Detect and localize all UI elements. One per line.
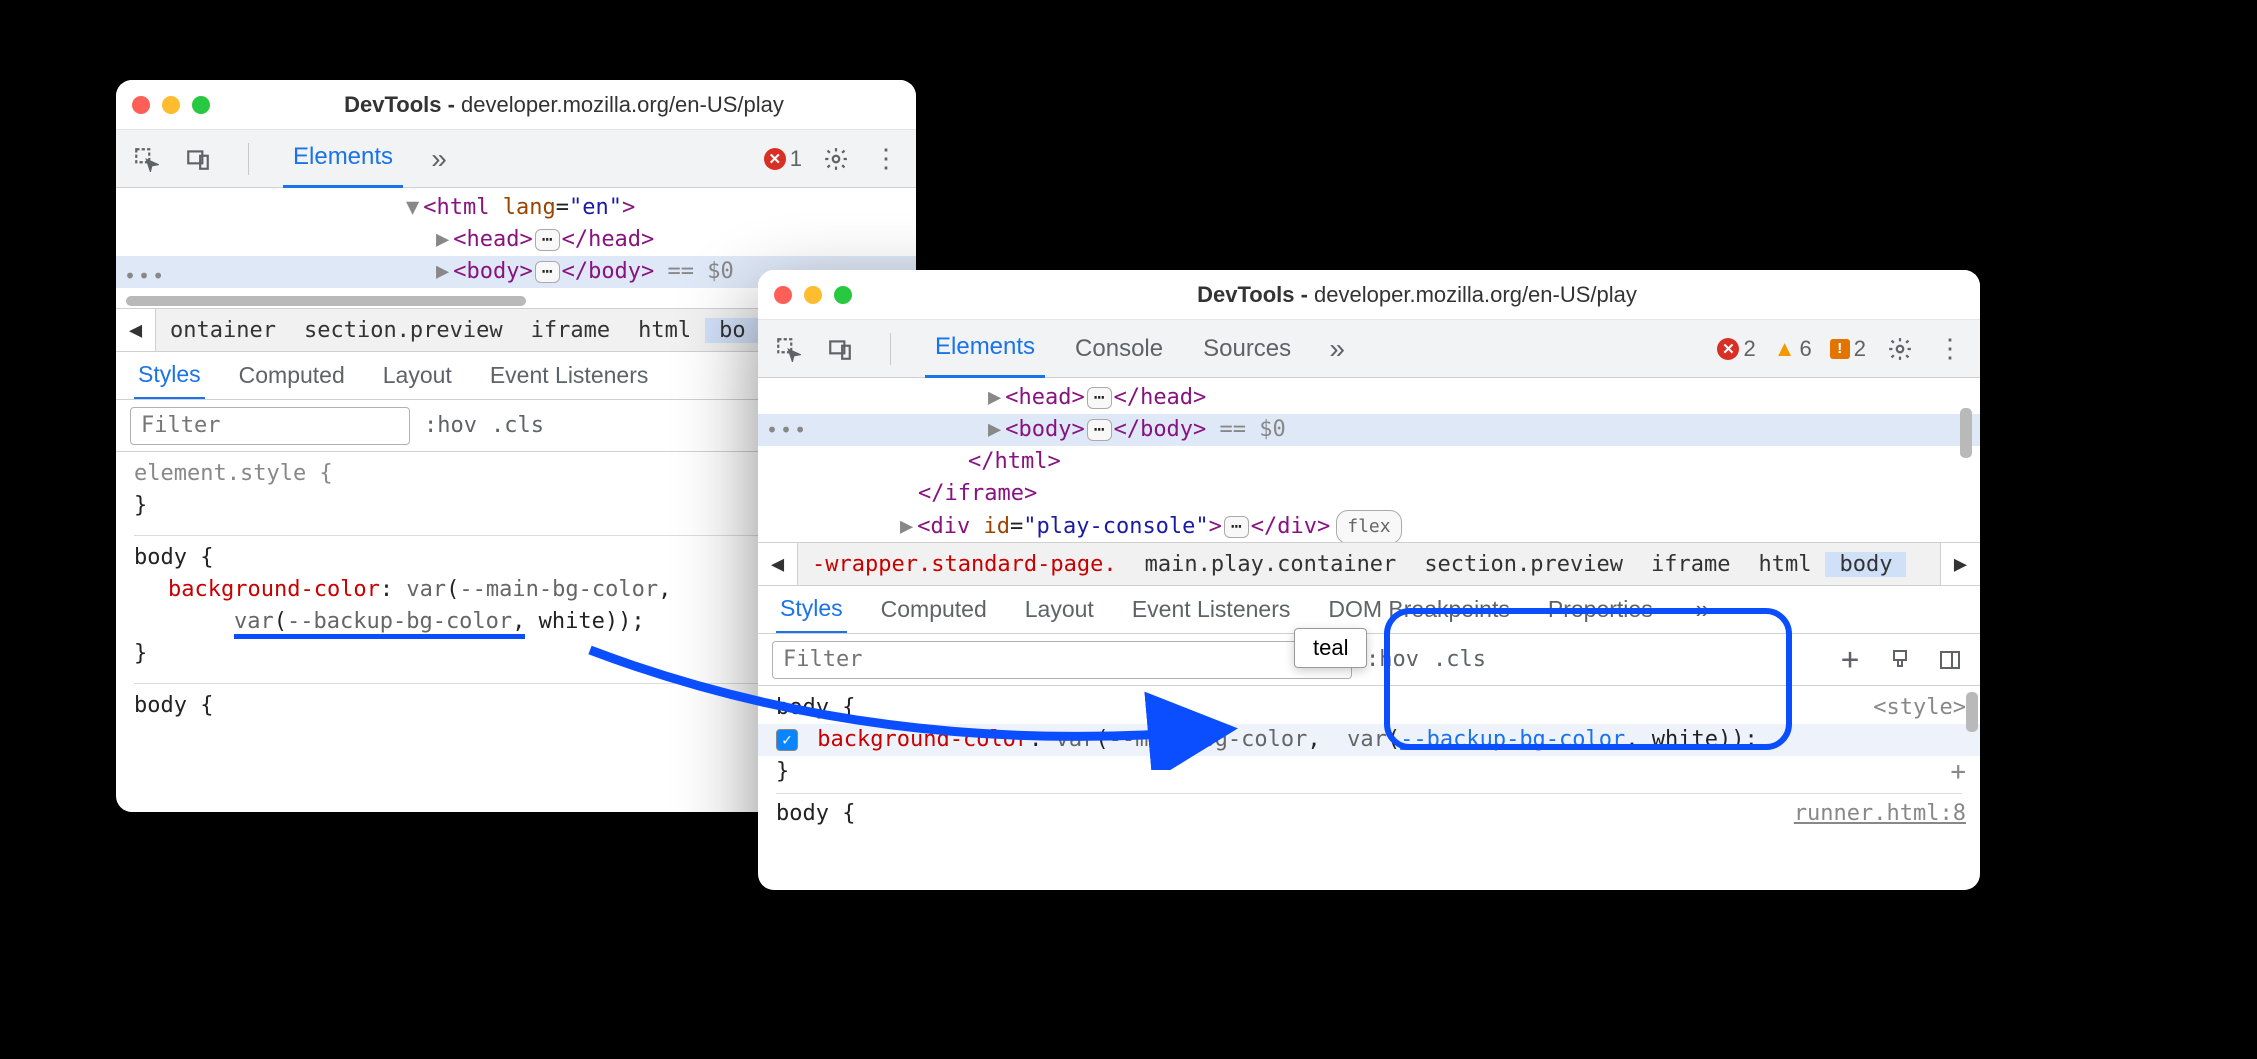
- filter-bar: :hov .cls +: [758, 634, 1980, 686]
- inspect-icon[interactable]: [130, 143, 162, 175]
- breadcrumb-item[interactable]: html: [1744, 552, 1825, 577]
- device-toggle-icon[interactable]: [824, 333, 856, 365]
- scrollbar-thumb[interactable]: [126, 296, 526, 306]
- expand-button[interactable]: ⋯: [1087, 387, 1112, 409]
- tab-console[interactable]: Console: [1065, 320, 1173, 378]
- expand-button[interactable]: ⋯: [535, 229, 560, 251]
- devtools-window-2: DevTools - developer.mozilla.org/en-US/p…: [758, 270, 1980, 890]
- kebab-menu-icon[interactable]: ⋮: [870, 143, 902, 175]
- maximize-button[interactable]: [192, 96, 210, 114]
- subtab-event-listeners[interactable]: Event Listeners: [1128, 586, 1295, 634]
- breadcrumb-item[interactable]: ontainer: [156, 318, 290, 343]
- main-toolbar: Elements Console Sources » ✕2 ▲6 !2 ⋮: [758, 320, 1980, 378]
- styles-panel: body {<style> ✓ background-color: var(--…: [758, 686, 1980, 836]
- breadcrumb-left-button[interactable]: ◀: [758, 542, 798, 586]
- window-controls: [774, 286, 852, 304]
- close-button[interactable]: [132, 96, 150, 114]
- breadcrumb-item[interactable]: main.play.container: [1131, 552, 1411, 577]
- breadcrumb-left-button[interactable]: ◀: [116, 308, 156, 352]
- titlebar: DevTools - developer.mozilla.org/en-US/p…: [758, 270, 1980, 320]
- source-link[interactable]: <style>: [1873, 692, 1966, 724]
- expand-button[interactable]: ⋯: [1087, 419, 1112, 441]
- titlebar: DevTools - developer.mozilla.org/en-US/p…: [116, 80, 916, 130]
- property-checkbox[interactable]: ✓: [776, 729, 798, 751]
- close-button[interactable]: [774, 286, 792, 304]
- flex-badge[interactable]: flex: [1336, 510, 1401, 542]
- tab-sources[interactable]: Sources: [1193, 320, 1301, 378]
- maximize-button[interactable]: [834, 286, 852, 304]
- styles-subtabs: Styles Computed Layout Event Listeners D…: [758, 586, 1980, 634]
- device-toggle-icon[interactable]: [182, 143, 214, 175]
- new-style-rule-icon[interactable]: +: [1834, 644, 1866, 676]
- info-count-badge[interactable]: !2: [1830, 336, 1866, 362]
- subtab-layout[interactable]: Layout: [379, 352, 456, 400]
- settings-icon[interactable]: [1884, 333, 1916, 365]
- source-link[interactable]: runner.html:8: [1794, 798, 1966, 830]
- breadcrumb-item[interactable]: -wrapper.standard-page.: [798, 552, 1131, 577]
- annotation-highlight: [1384, 608, 1792, 750]
- subtab-computed[interactable]: Computed: [877, 586, 991, 634]
- dom-tree[interactable]: ▶<head>⋯</head> •••▶<body>⋯</body> == $0…: [758, 378, 1980, 542]
- minimize-button[interactable]: [162, 96, 180, 114]
- settings-icon[interactable]: [820, 143, 852, 175]
- tooltip: teal: [1294, 628, 1367, 668]
- cls-button[interactable]: .cls: [491, 413, 544, 438]
- breadcrumb-item[interactable]: html: [624, 318, 705, 343]
- window-title: DevTools - developer.mozilla.org/en-US/p…: [870, 282, 1964, 308]
- subtab-layout[interactable]: Layout: [1021, 586, 1098, 634]
- scrollbar-thumb[interactable]: [1966, 692, 1978, 732]
- toggle-sidebar-icon[interactable]: [1934, 644, 1966, 676]
- breadcrumb-item-active[interactable]: body: [1825, 552, 1906, 577]
- breadcrumb: ◀ -wrapper.standard-page. main.play.cont…: [758, 542, 1980, 586]
- more-tabs-chevron[interactable]: »: [423, 143, 455, 175]
- tab-elements[interactable]: Elements: [925, 320, 1045, 378]
- minimize-button[interactable]: [804, 286, 822, 304]
- subtab-event-listeners[interactable]: Event Listeners: [486, 352, 653, 400]
- window-title: DevTools - developer.mozilla.org/en-US/p…: [228, 92, 900, 118]
- window-controls: [132, 96, 210, 114]
- kebab-menu-icon[interactable]: ⋮: [1934, 333, 1966, 365]
- main-toolbar: Elements » ✕1 ⋮: [116, 130, 916, 188]
- tab-elements[interactable]: Elements: [283, 130, 403, 188]
- breadcrumb-item[interactable]: section.preview: [1410, 552, 1637, 577]
- filter-input[interactable]: [772, 641, 1352, 679]
- subtab-styles[interactable]: Styles: [134, 352, 205, 400]
- breadcrumb-item-active[interactable]: bo: [705, 318, 760, 343]
- breadcrumb-right-button[interactable]: ▶: [1940, 542, 1980, 586]
- error-count-badge[interactable]: ✕2: [1717, 336, 1755, 362]
- breadcrumb-item[interactable]: section.preview: [290, 318, 517, 343]
- add-property-button[interactable]: +: [1950, 756, 1966, 788]
- expand-button[interactable]: ⋯: [1224, 516, 1249, 538]
- hov-button[interactable]: :hov: [424, 413, 477, 438]
- subtab-computed[interactable]: Computed: [235, 352, 349, 400]
- warning-count-badge[interactable]: ▲6: [1774, 336, 1812, 362]
- expand-button[interactable]: ⋯: [535, 261, 560, 283]
- breadcrumb-item[interactable]: iframe: [1637, 552, 1744, 577]
- breadcrumb-item[interactable]: iframe: [517, 318, 624, 343]
- scrollbar-thumb[interactable]: [1960, 408, 1972, 458]
- subtab-styles[interactable]: Styles: [776, 586, 847, 634]
- more-tabs-chevron[interactable]: »: [1321, 333, 1353, 365]
- filter-input[interactable]: [130, 407, 410, 445]
- brush-icon[interactable]: [1884, 644, 1916, 676]
- error-count-badge[interactable]: ✕1: [764, 146, 802, 172]
- inspect-icon[interactable]: [772, 333, 804, 365]
